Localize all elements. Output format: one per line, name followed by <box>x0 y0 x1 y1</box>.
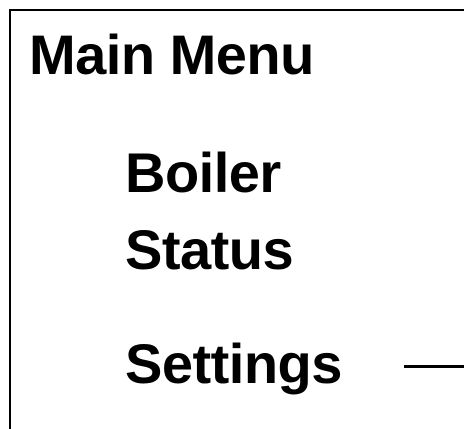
selection-pointer-line <box>404 365 464 368</box>
menu-item-label: Settings <box>125 332 342 395</box>
menu-item-boiler-status[interactable]: Boiler Status <box>125 141 294 281</box>
menu-item-label-line: Status <box>125 218 294 281</box>
menu-title: Main Menu <box>29 23 314 86</box>
menu-item-label-line: Boiler <box>125 141 281 204</box>
menu-item-settings[interactable]: Settings <box>125 336 342 392</box>
